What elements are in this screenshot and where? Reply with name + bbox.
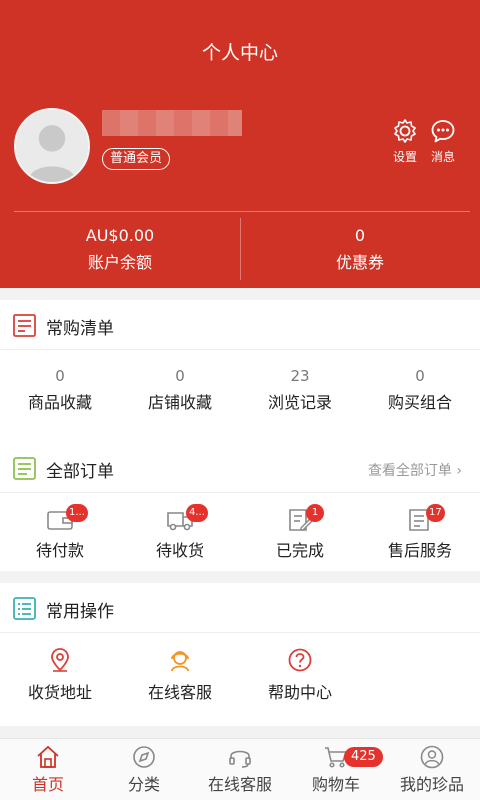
coupon-value: 0 <box>354 226 366 245</box>
tab-online-service[interactable]: 在线客服 <box>192 739 288 800</box>
operations-list-icon <box>13 597 36 620</box>
orders-header[interactable]: 全部订单 查看全部订单 › <box>0 443 480 493</box>
favorite-shops-label: 店铺收藏 <box>147 393 212 412</box>
help-center[interactable]: 帮助中心 <box>240 633 360 725</box>
gear-icon <box>394 119 416 143</box>
settings-button[interactable]: 设置 <box>385 118 425 165</box>
clipboard-list-icon <box>13 314 36 337</box>
purchase-combos[interactable]: 0 购买组合 <box>360 350 480 443</box>
pending-receipt-badge: 4... <box>186 504 208 522</box>
tab-home[interactable]: 首页 <box>0 739 96 800</box>
browse-history-count: 23 <box>290 367 310 385</box>
balance-label: 账户余额 <box>87 253 152 272</box>
tab-my-treasures-label: 我的珍品 <box>399 775 464 794</box>
favorites-header: 常购清单 <box>0 300 480 350</box>
order-pending-receipt[interactable]: 4... 待收货 <box>120 493 240 571</box>
headset-icon <box>229 750 251 768</box>
purchase-combos-label: 购买组合 <box>387 393 452 412</box>
orders-card: 全部订单 查看全部订单 › 1... 待付款 4... 待收货 1 已完成 17… <box>0 443 480 571</box>
pending-receipt-label: 待收货 <box>155 541 204 560</box>
favorite-goods-count: 0 <box>55 367 65 385</box>
view-all-orders-link[interactable]: 查看全部订单 › <box>368 460 462 480</box>
messages-button[interactable]: 消息 <box>423 118 463 165</box>
completed-badge: 1 <box>306 504 324 522</box>
user-profile-icon <box>420 745 444 769</box>
tab-cart[interactable]: 425 购物车 <box>288 739 384 800</box>
tab-my-treasures[interactable]: 我的珍品 <box>384 739 480 800</box>
location-pin-icon <box>51 648 69 672</box>
shipping-address[interactable]: 收货地址 <box>0 633 120 725</box>
operations-card: 常用操作 收货地址 在线客服 帮助中心 <box>0 583 480 726</box>
favorite-shops-count: 0 <box>175 367 185 385</box>
tab-category[interactable]: 分类 <box>96 739 192 800</box>
chat-bubble-icon <box>431 120 455 143</box>
compass-icon <box>133 746 155 768</box>
help-center-label: 帮助中心 <box>267 683 332 702</box>
messages-label: 消息 <box>430 150 455 164</box>
coupon-stat[interactable]: 0 优惠券 <box>240 226 480 273</box>
operations-title: 常用操作 <box>46 602 114 622</box>
order-list-icon <box>13 457 36 480</box>
page-title: 个人中心 <box>201 42 278 64</box>
order-after-sales[interactable]: 17 售后服务 <box>360 493 480 571</box>
coupon-label: 优惠券 <box>335 253 384 272</box>
browse-history-label: 浏览记录 <box>267 393 332 412</box>
after-sales-badge: 17 <box>426 504 445 522</box>
shipping-address-label: 收货地址 <box>27 683 92 702</box>
pending-payment-badge: 1... <box>66 504 88 522</box>
member-badge: 普通会员 <box>102 148 171 170</box>
favorites-title: 常购清单 <box>46 319 114 339</box>
pending-payment-label: 待付款 <box>35 541 84 560</box>
purchase-combos-count: 0 <box>415 367 425 385</box>
online-service[interactable]: 在线客服 <box>120 633 240 725</box>
tab-online-service-label: 在线客服 <box>207 775 272 794</box>
avatar[interactable] <box>14 108 90 184</box>
order-pending-payment[interactable]: 1... 待付款 <box>0 493 120 571</box>
favorites-card: 常购清单 0 商品收藏 0 店铺收藏 23 浏览记录 0 购买组合 <box>0 300 480 443</box>
order-completed[interactable]: 1 已完成 <box>240 493 360 571</box>
tab-cart-label: 购物车 <box>311 775 360 794</box>
help-question-icon <box>288 648 312 672</box>
customer-service-icon <box>171 651 189 672</box>
balance-value: AU$0.00 <box>85 226 155 245</box>
orders-title: 全部订单 <box>46 462 114 482</box>
avatar-placeholder-icon <box>16 110 88 182</box>
settings-label: 设置 <box>392 150 417 164</box>
favorite-goods-label: 商品收藏 <box>27 393 92 412</box>
home-icon <box>37 745 59 768</box>
profile-header: 个人中心 普通会员 设置 消息 AU$0.00 账户余额 0 优惠券 <box>0 0 480 288</box>
bottom-tab-bar: 首页 分类 在线客服 425 购物车 我的珍品 <box>0 738 480 800</box>
completed-label: 已完成 <box>275 541 324 560</box>
browse-history[interactable]: 23 浏览记录 <box>240 350 360 443</box>
favorite-shops[interactable]: 0 店铺收藏 <box>120 350 240 443</box>
tab-home-label: 首页 <box>31 775 64 794</box>
operations-header: 常用操作 <box>0 583 480 633</box>
online-service-label: 在线客服 <box>147 683 212 702</box>
tab-category-label: 分类 <box>127 775 160 794</box>
username-masked <box>102 110 242 136</box>
header-divider <box>14 211 470 212</box>
balance-stat[interactable]: AU$0.00 账户余额 <box>0 226 240 273</box>
favorite-goods[interactable]: 0 商品收藏 <box>0 350 120 443</box>
after-sales-label: 售后服务 <box>387 541 452 560</box>
cart-count-badge: 425 <box>344 747 383 767</box>
